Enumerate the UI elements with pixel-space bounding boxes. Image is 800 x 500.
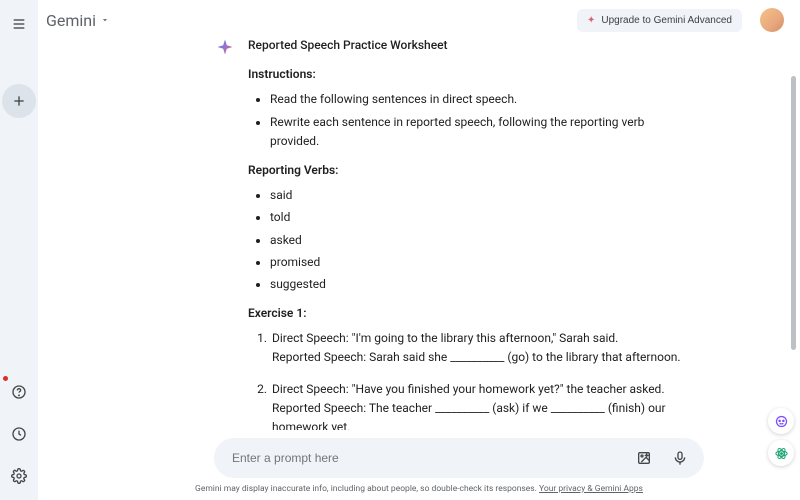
list-item: promised bbox=[270, 253, 696, 272]
scrollbar[interactable] bbox=[791, 76, 796, 350]
exercise-item: Direct Speech: "I'm going to the library… bbox=[270, 329, 696, 367]
reported-label: Reported Speech: bbox=[272, 350, 366, 364]
exercise-list: Direct Speech: "I'm going to the library… bbox=[248, 329, 696, 430]
gemini-spark-icon bbox=[216, 38, 234, 56]
verbs-list: said told asked promised suggested bbox=[248, 186, 696, 294]
brand-label: Gemini bbox=[46, 11, 96, 30]
footer-disclaimer: Gemini may display inaccurate info, incl… bbox=[38, 480, 800, 500]
instructions-list: Read the following sentences in direct s… bbox=[248, 90, 696, 151]
list-item: Read the following sentences in direct s… bbox=[270, 90, 696, 109]
history-icon[interactable] bbox=[5, 420, 33, 448]
settings-icon[interactable] bbox=[5, 462, 33, 490]
assistant-message: Reported Speech Practice Worksheet Instr… bbox=[216, 36, 696, 430]
reported-label: Reported Speech: bbox=[272, 401, 366, 415]
top-bar: Gemini ✦ Upgrade to Gemini Advanced bbox=[38, 0, 800, 36]
list-item: asked bbox=[270, 231, 696, 250]
upgrade-label: Upgrade to Gemini Advanced bbox=[601, 15, 732, 26]
conversation-scroll[interactable]: Reported Speech Practice Worksheet Instr… bbox=[38, 36, 800, 430]
floater-atom-icon[interactable] bbox=[768, 440, 794, 466]
list-item: Rewrite each sentence in reported speech… bbox=[270, 113, 696, 151]
avatar[interactable] bbox=[760, 8, 784, 32]
reported-text: Sarah said she __________ (go) to the li… bbox=[366, 350, 680, 364]
prompt-input[interactable] bbox=[232, 451, 622, 465]
footer-text: Gemini may display inaccurate info, incl… bbox=[195, 484, 537, 494]
footer-privacy-link[interactable]: Your privacy & Gemini Apps bbox=[539, 484, 643, 494]
chevron-down-icon bbox=[100, 15, 110, 25]
floating-buttons bbox=[768, 408, 794, 466]
mic-icon[interactable] bbox=[666, 444, 694, 472]
list-item: said bbox=[270, 186, 696, 205]
help-icon[interactable] bbox=[5, 378, 33, 406]
verbs-heading: Reporting Verbs: bbox=[248, 161, 696, 180]
direct-label: Direct Speech: bbox=[272, 331, 349, 345]
spark-icon: ✦ bbox=[587, 15, 595, 26]
list-item: told bbox=[270, 208, 696, 227]
prompt-area bbox=[38, 430, 800, 480]
brand-dropdown[interactable]: Gemini bbox=[46, 11, 110, 30]
list-item: suggested bbox=[270, 275, 696, 294]
new-chat-button[interactable] bbox=[2, 84, 36, 118]
prompt-bar bbox=[214, 438, 704, 478]
floater-bot-icon[interactable] bbox=[768, 408, 794, 434]
exercise-heading: Exercise 1: bbox=[248, 304, 696, 323]
instructions-heading: Instructions: bbox=[248, 65, 696, 84]
main-area: Gemini ✦ Upgrade to Gemini Advanced Repo… bbox=[38, 0, 800, 500]
response-title: Reported Speech Practice Worksheet bbox=[248, 36, 696, 55]
direct-text: "Have you finished your homework yet?" t… bbox=[349, 382, 665, 396]
upgrade-button[interactable]: ✦ Upgrade to Gemini Advanced bbox=[577, 9, 742, 32]
left-rail bbox=[0, 0, 38, 500]
exercise-item: Direct Speech: "Have you finished your h… bbox=[270, 380, 696, 430]
menu-icon[interactable] bbox=[5, 10, 33, 38]
direct-label: Direct Speech: bbox=[272, 382, 349, 396]
upload-image-icon[interactable] bbox=[630, 444, 658, 472]
direct-text: "I'm going to the library this afternoon… bbox=[349, 331, 619, 345]
